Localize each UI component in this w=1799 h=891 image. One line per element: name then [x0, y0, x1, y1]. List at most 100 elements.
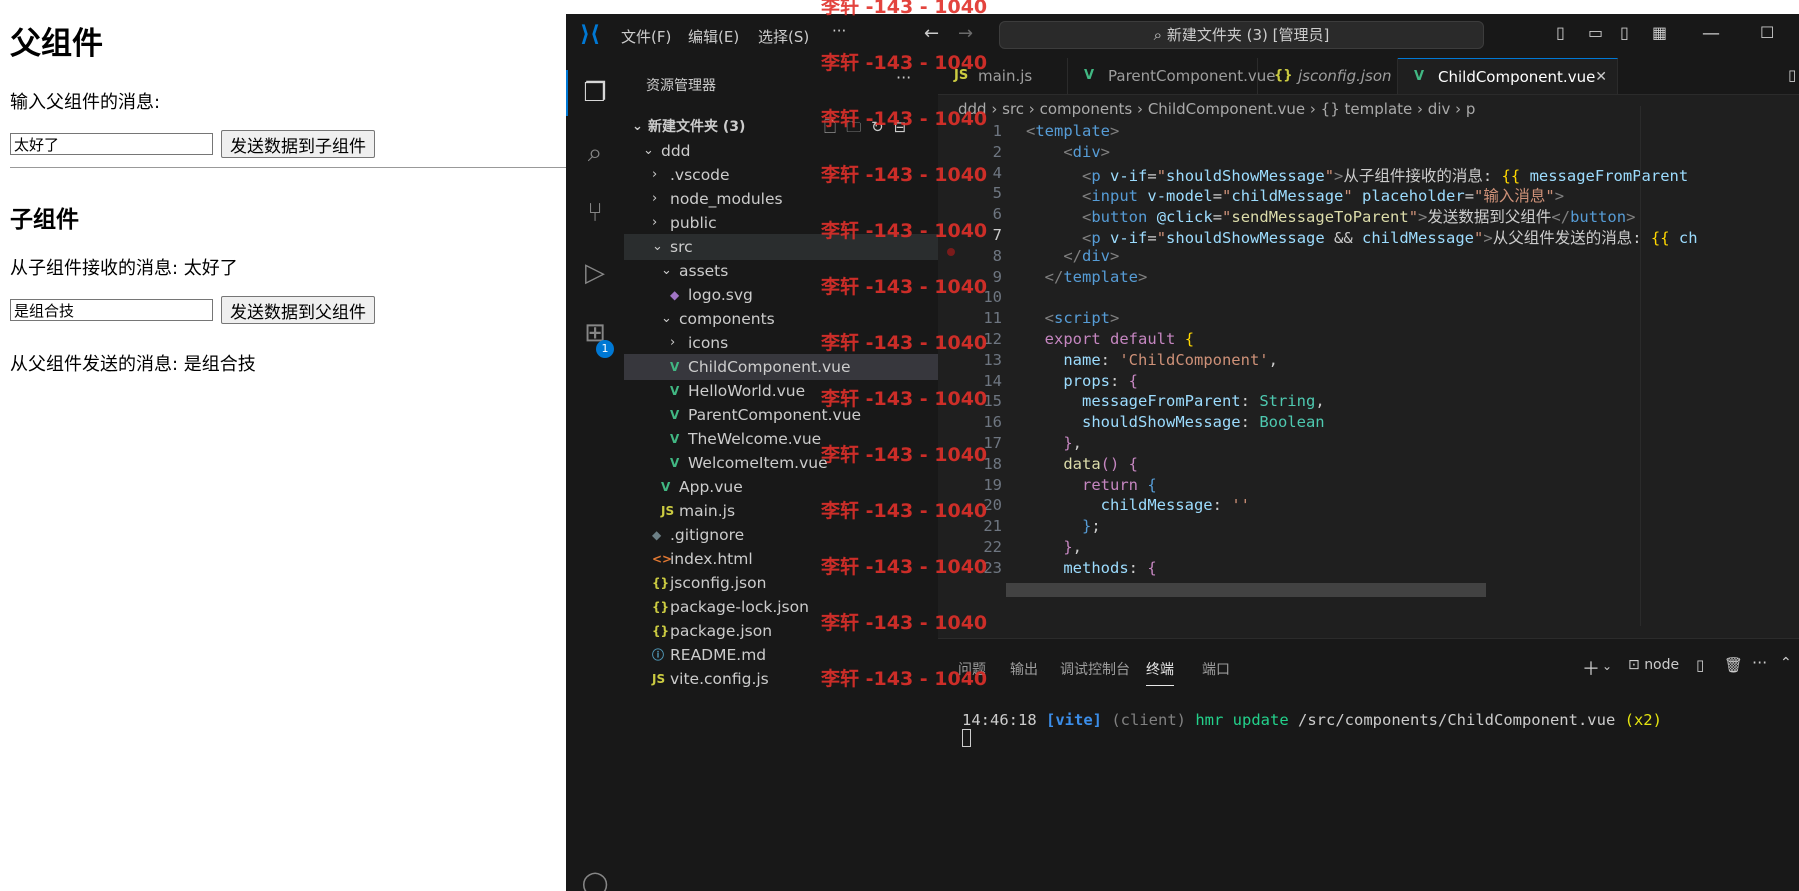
breadcrumb-item[interactable]: {} template: [1321, 100, 1413, 118]
code-line[interactable]: props: {: [1026, 372, 1138, 390]
new-terminal-icon[interactable]: ＋: [1582, 655, 1600, 681]
code-line[interactable]: <div>: [1026, 143, 1110, 161]
tree-item-label: logo.svg: [688, 286, 753, 304]
search-view-icon[interactable]: ⌕: [580, 138, 610, 168]
code-line[interactable]: messageFromParent: String,: [1026, 392, 1325, 410]
code-line[interactable]: },: [1026, 538, 1082, 556]
code-line[interactable]: <template>: [1026, 122, 1119, 140]
breadcrumb-item[interactable]: src: [1002, 100, 1024, 118]
tree-file[interactable]: ◆ .gitignore: [624, 522, 938, 548]
close-icon[interactable]: ✕: [1595, 59, 1607, 95]
tab-file-icon: V: [1414, 69, 1425, 84]
child-message-input[interactable]: [10, 299, 213, 321]
menu-more[interactable]: ···: [832, 22, 846, 40]
vue-file-icon: V: [670, 384, 680, 398]
send-to-parent-button[interactable]: 发送数据到父组件: [221, 296, 375, 324]
command-center[interactable]: ⌕ 新建文件夹 (3) [管理员]: [999, 21, 1484, 49]
customize-layout-icon[interactable]: ▦: [1652, 23, 1667, 42]
code-line[interactable]: return {: [1026, 476, 1157, 494]
horizontal-scrollbar[interactable]: [1006, 583, 1486, 597]
toggle-panel-icon[interactable]: ▭: [1588, 23, 1603, 42]
tree-item-label: package-lock.json: [670, 598, 809, 616]
code-line[interactable]: </template>: [1026, 268, 1148, 286]
code-line[interactable]: data() {: [1026, 455, 1138, 473]
split-editor-icon[interactable]: ▯: [1788, 66, 1796, 84]
terminal-tag: [vite]: [1046, 711, 1102, 729]
account-icon[interactable]: ◯: [580, 868, 610, 891]
terminal-shell-label[interactable]: ⊡ node: [1628, 657, 1679, 673]
code-line[interactable]: <p v-if="shouldShowMessage">从子组件接收的消息: {…: [1026, 164, 1688, 186]
tree-file[interactable]: V ChildComponent.vue: [624, 354, 938, 380]
breakpoint-dot[interactable]: [947, 248, 955, 256]
forward-arrow-icon[interactable]: →: [958, 23, 973, 44]
toggle-sidebar-icon[interactable]: ▯: [1556, 23, 1565, 42]
panel-tab[interactable]: 端口: [1202, 659, 1230, 679]
panel-tab[interactable]: 输出: [1010, 659, 1038, 679]
editor-tab[interactable]: {} jsconfig.json: [1258, 58, 1398, 94]
chevron-down-icon[interactable]: ⌄: [1602, 659, 1612, 673]
chevron-down-icon: ⌄: [652, 239, 663, 254]
menu-selection[interactable]: 选择(S): [758, 26, 809, 47]
line-number: 11: [983, 309, 1002, 328]
tree-item-label: vite.config.js: [670, 670, 769, 688]
git-file-icon: ◆: [652, 528, 662, 542]
code-line[interactable]: <script>: [1026, 309, 1120, 327]
chevron-right-icon: ›: [652, 215, 658, 230]
parent-message-input[interactable]: [10, 133, 213, 155]
watermark-text: 李轩 -143 - 1040: [821, 0, 988, 18]
minimize-icon[interactable]: —: [1702, 23, 1720, 44]
watermark-text: 李轩 -143 - 1040: [821, 108, 988, 130]
breadcrumb-item[interactable]: ChildComponent.vue: [1148, 100, 1305, 118]
code-view[interactable]: 1 <template> 2 <div> 4 <p v-if="shouldShowM…: [938, 122, 1799, 638]
tree-item-label: jsconfig.json: [670, 574, 767, 592]
tree-item-label: assets: [679, 262, 729, 280]
breadcrumb-separator: ›: [1024, 100, 1040, 118]
code-line[interactable]: <button @click="sendMessageToParent">发送数…: [1026, 205, 1635, 227]
code-line[interactable]: <input v-model="childMessage" placeholde…: [1026, 184, 1564, 206]
line-number: 16: [983, 413, 1002, 432]
watermark-text: 李轩 -143 - 1040: [821, 164, 988, 186]
breadcrumb-item[interactable]: div: [1428, 100, 1451, 118]
code-line[interactable]: name: 'ChildComponent',: [1026, 351, 1278, 369]
menu-edit[interactable]: 编辑(E): [688, 26, 739, 47]
code-line[interactable]: childMessage: '': [1026, 496, 1250, 514]
menu-file[interactable]: 文件(F): [621, 26, 671, 47]
svg-file-icon: ◆: [670, 288, 680, 302]
code-line[interactable]: shouldShowMessage: Boolean: [1026, 413, 1325, 431]
tree-item-label: TheWelcome.vue: [688, 430, 822, 448]
toggle-secondary-sidebar-icon[interactable]: ▯: [1620, 23, 1629, 42]
panel-tab[interactable]: 终端: [1146, 659, 1174, 686]
editor-tab[interactable]: V ParentComponent.vue: [1068, 58, 1275, 94]
breadcrumb-item[interactable]: components: [1040, 100, 1133, 118]
explorer-icon[interactable]: ❐: [580, 78, 610, 108]
code-line[interactable]: </div>: [1026, 247, 1119, 265]
tab-label: ParentComponent.vue: [1108, 67, 1276, 85]
panel-more-icon[interactable]: ···: [1752, 653, 1767, 672]
run-debug-icon[interactable]: ▷: [580, 258, 610, 288]
split-terminal-icon[interactable]: ▯: [1696, 656, 1704, 674]
parent-heading: 父组件: [10, 26, 103, 62]
editor-tab[interactable]: V ChildComponent.vue ✕: [1398, 58, 1618, 94]
trash-icon[interactable]: 🗑: [1724, 656, 1743, 674]
tree-item-label: HelloWorld.vue: [688, 382, 806, 400]
maximize-icon[interactable]: ☐: [1760, 23, 1774, 42]
terminal-cursor: [962, 729, 971, 747]
child-received-text: 从子组件接收的消息: 太好了: [10, 258, 238, 279]
code-line[interactable]: },: [1026, 434, 1082, 452]
watermark-text: 李轩 -143 - 1040: [821, 332, 988, 354]
send-to-child-button[interactable]: 发送数据到子组件: [221, 130, 375, 158]
panel-tab[interactable]: 调试控制台: [1060, 659, 1130, 679]
code-line[interactable]: methods: {: [1026, 559, 1156, 577]
source-control-icon[interactable]: ⑂: [580, 198, 610, 228]
back-arrow-icon[interactable]: ←: [924, 23, 939, 44]
code-line[interactable]: <p v-if="shouldShowMessage && childMessa…: [1026, 226, 1698, 248]
terminal-output[interactable]: 14:46:18 [vite] (client) hmr update /src…: [962, 711, 1662, 747]
breadcrumb-separator: ›: [1450, 100, 1466, 118]
code-line[interactable]: };: [1026, 517, 1101, 535]
json-file-icon: {}: [652, 624, 670, 638]
tree-folder[interactable]: › node_modules: [624, 186, 938, 212]
explorer-title: 资源管理器: [646, 78, 716, 94]
code-line[interactable]: export default {: [1026, 330, 1194, 348]
breadcrumb-item[interactable]: p: [1466, 100, 1476, 118]
chevron-up-icon[interactable]: ⌃: [1780, 655, 1792, 671]
